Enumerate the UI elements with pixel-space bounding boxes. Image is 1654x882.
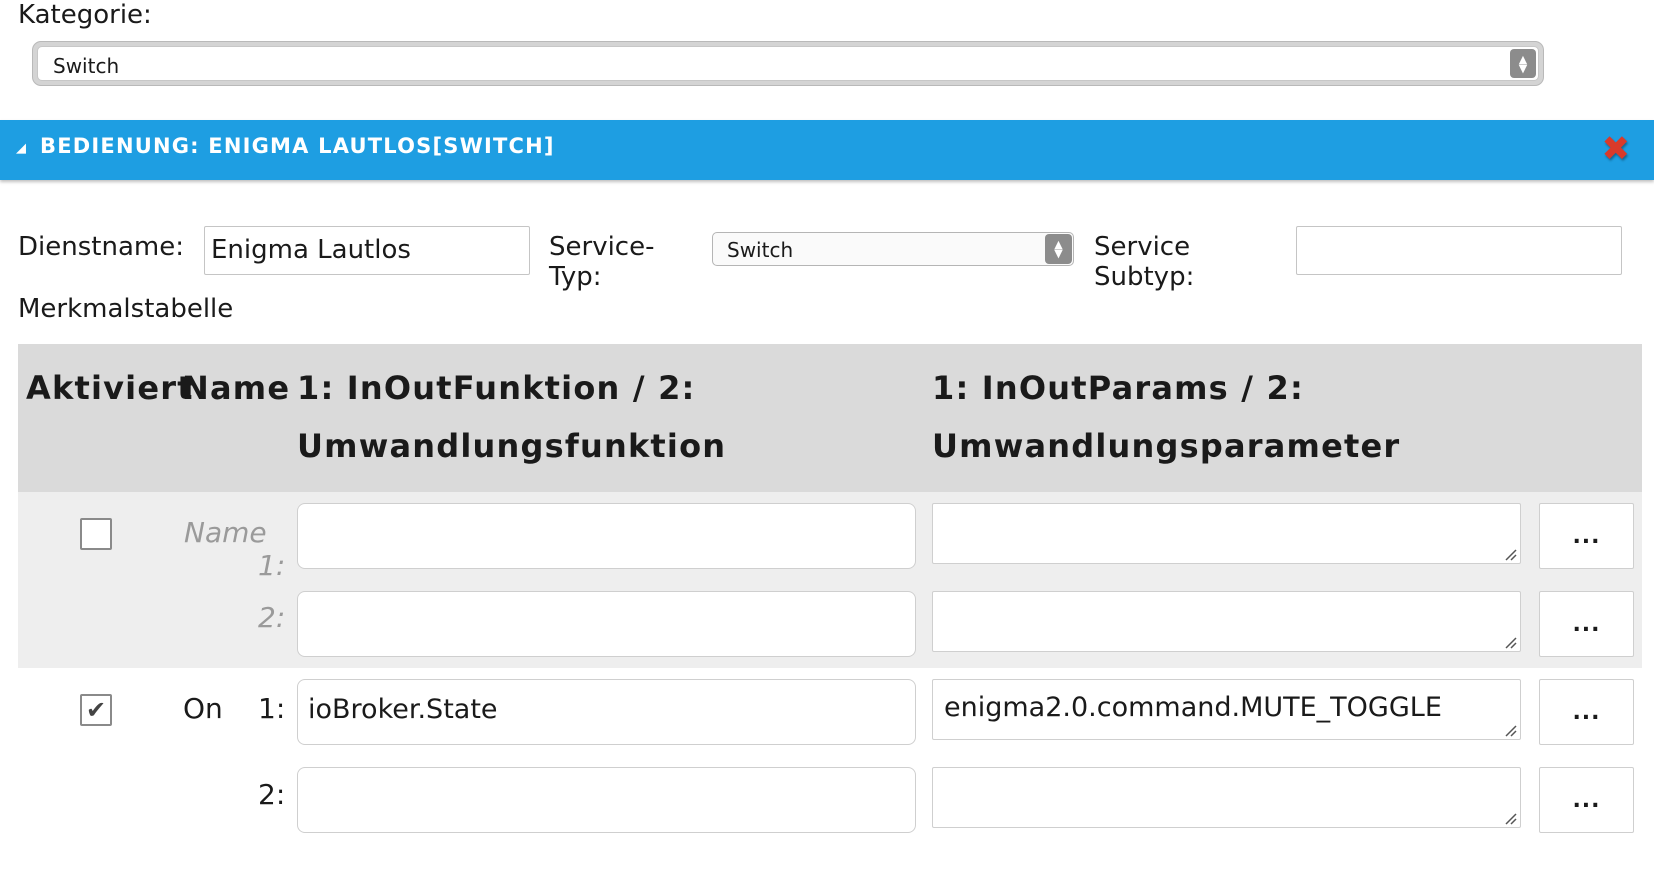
kategorie-label: Kategorie:: [18, 0, 152, 30]
params-1-value: enigma2.0.command.MUTE_TOGGLE: [944, 692, 1442, 723]
more-button[interactable]: ...: [1539, 767, 1634, 833]
funktion-1-input[interactable]: [297, 503, 916, 569]
merkmalstabelle-caption: Merkmalstabelle: [18, 294, 234, 324]
resize-grip-icon[interactable]: [1503, 811, 1517, 825]
funktion-1-input[interactable]: ioBroker.State: [297, 679, 916, 745]
checkmark-icon: ✔: [85, 696, 107, 724]
kategorie-select-value: Switch: [53, 54, 120, 78]
col-header-params-line1: 1: InOutParams / 2:: [932, 369, 1304, 407]
close-icon[interactable]: ✖: [1602, 130, 1631, 168]
servicetyp-label-line2: Typ:: [549, 262, 602, 292]
resize-grip-icon[interactable]: [1503, 635, 1517, 649]
accessory-header[interactable]: ◢ BEDIENUNG: ENIGMA LAUTLOS[SWITCH] ✖: [0, 120, 1654, 180]
table-header: Aktiviert Name 1: InOutFunktion / 2: Umw…: [18, 344, 1642, 492]
params-2-textarea[interactable]: [932, 767, 1521, 828]
accessory-header-title: BEDIENUNG: ENIGMA LAUTLOS[SWITCH]: [40, 134, 555, 158]
funktion-2-input[interactable]: [297, 767, 916, 833]
row-index-2: 2:: [258, 778, 286, 811]
servicetyp-select-value: Switch: [727, 238, 794, 262]
collapse-triangle-icon[interactable]: ◢: [16, 141, 26, 156]
resize-grip-icon[interactable]: [1503, 723, 1517, 737]
servicetyp-select[interactable]: Switch ▲ ▼: [712, 232, 1074, 266]
dienstname-label: Dienstname:: [18, 232, 184, 262]
more-button[interactable]: ...: [1539, 591, 1634, 657]
col-header-params-line2: Umwandlungsparameter: [932, 427, 1401, 465]
more-button[interactable]: ...: [1539, 503, 1634, 569]
col-header-aktiviert: Aktiviert: [26, 369, 194, 407]
col-header-funktion-line2: Umwandlungsfunktion: [297, 427, 727, 465]
servicetyp-label-line1: Service-: [549, 232, 655, 262]
aktiviert-checkbox[interactable]: [80, 518, 112, 550]
select-arrows-icon: ▲ ▼: [1045, 234, 1072, 264]
row-index-1: 1:: [258, 692, 286, 725]
params-1-textarea[interactable]: enigma2.0.command.MUTE_TOGGLE: [932, 679, 1521, 740]
more-button[interactable]: ...: [1539, 679, 1634, 745]
row-index-1: 1:: [258, 549, 286, 582]
subtyp-label-line2: Subtyp:: [1094, 262, 1195, 292]
col-header-name: Name: [182, 369, 291, 407]
params-2-textarea[interactable]: [932, 591, 1521, 652]
subtyp-input[interactable]: [1296, 226, 1622, 275]
kategorie-select-box[interactable]: Switch ▲ ▼: [37, 46, 1539, 81]
kategorie-select[interactable]: Switch ▲ ▼: [32, 41, 1544, 86]
subtyp-label-line1: Service: [1094, 232, 1191, 262]
row-index-2: 2:: [258, 601, 286, 634]
params-1-textarea[interactable]: [932, 503, 1521, 564]
col-header-funktion-line1: 1: InOutFunktion / 2:: [297, 369, 696, 407]
funktion-2-input[interactable]: [297, 591, 916, 657]
aktiviert-checkbox-checked[interactable]: ✔: [80, 694, 112, 726]
resize-grip-icon[interactable]: [1503, 547, 1517, 561]
dienstname-input[interactable]: Enigma Lautlos: [204, 226, 530, 275]
select-arrows-icon: ▲ ▼: [1510, 49, 1536, 78]
name-value[interactable]: On: [183, 692, 223, 725]
name-placeholder[interactable]: Name: [184, 516, 267, 549]
